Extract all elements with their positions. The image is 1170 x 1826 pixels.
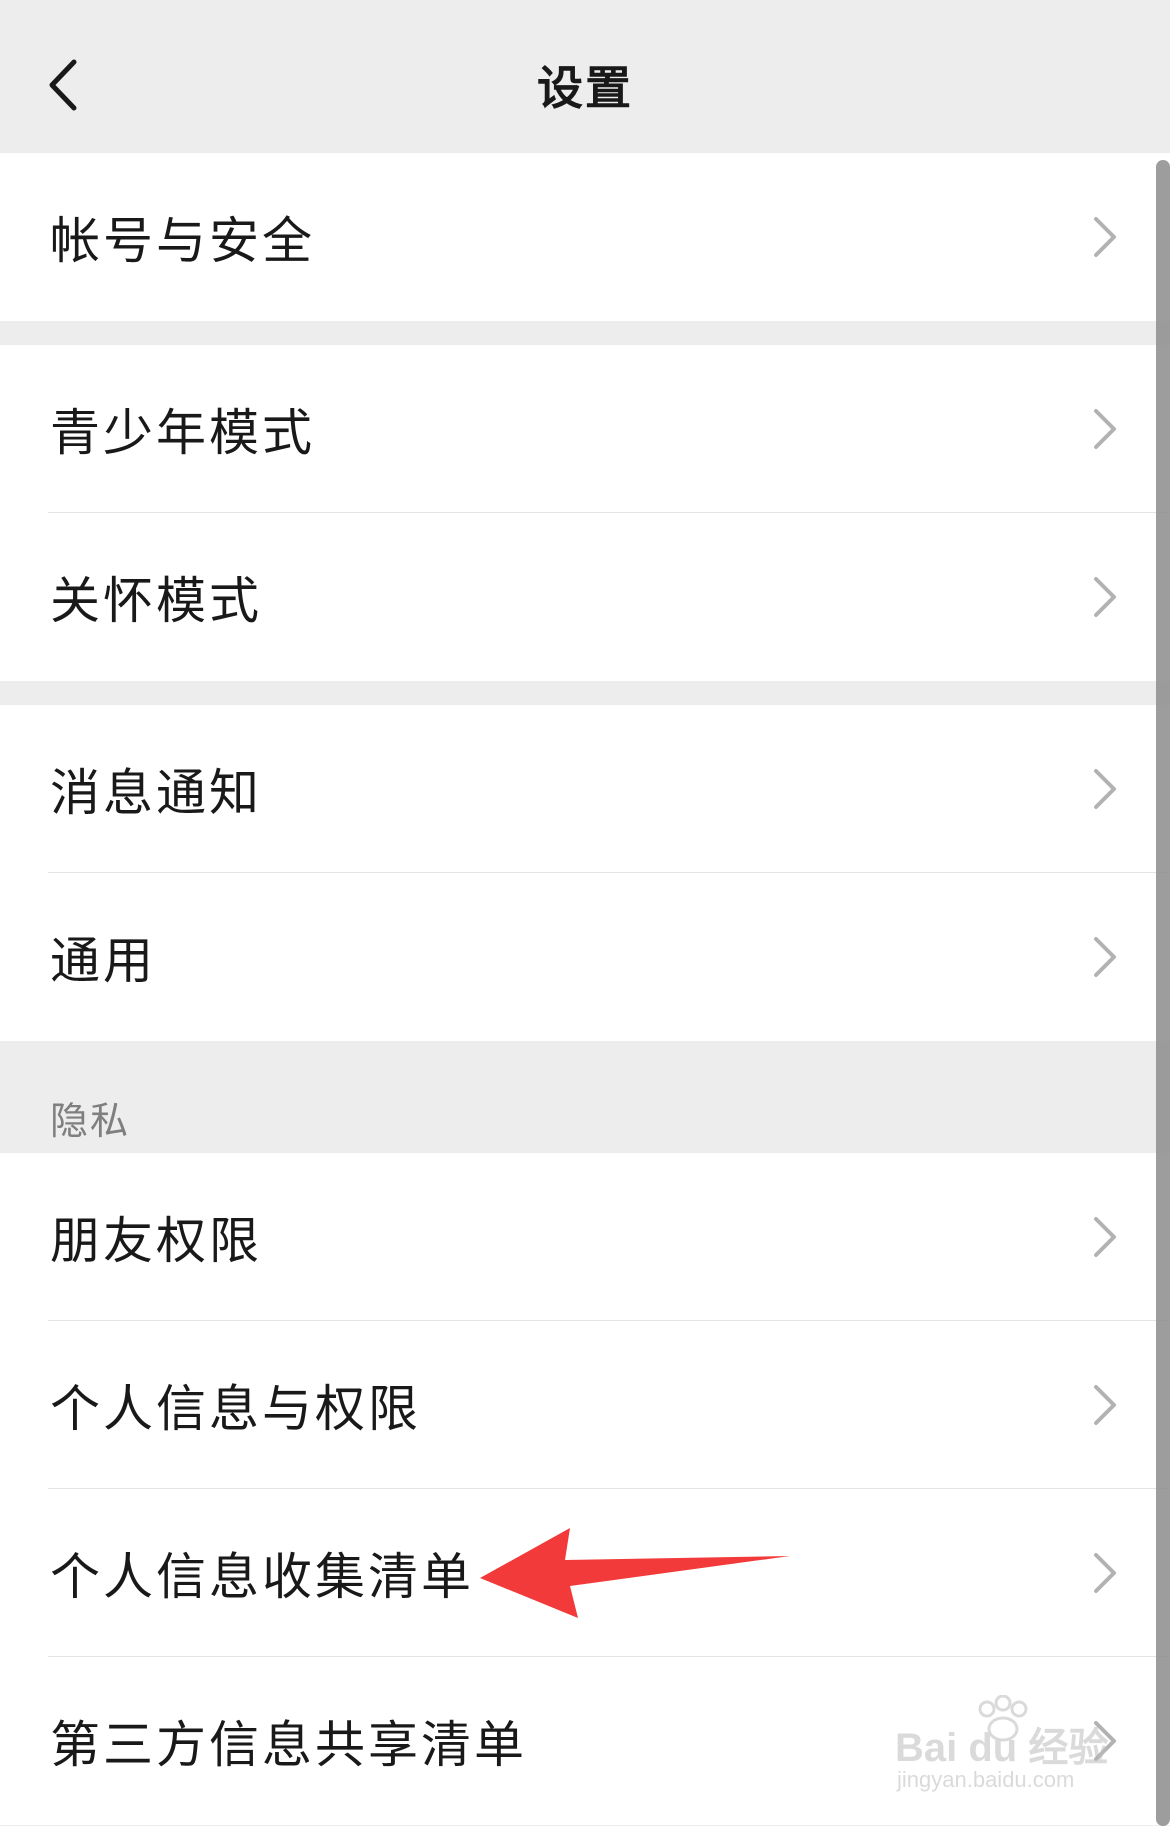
nav-bar: 设置 (0, 0, 1170, 153)
item-label: 朋友权限 (50, 1212, 262, 1270)
scrollbar[interactable] (1156, 160, 1170, 1826)
item-label: 青少年模式 (50, 404, 315, 462)
chevron-right-icon (1094, 1217, 1116, 1257)
chevron-right-icon (1094, 1385, 1116, 1425)
watermark-url: jingyan.baidu.com (897, 1767, 1075, 1792)
watermark-brand: Bai du 经验 (895, 1726, 1109, 1770)
item-label: 第三方信息共享清单 (50, 1716, 527, 1774)
watermark: Bai du 经验 jingyan.baidu.com (895, 1695, 1125, 1795)
settings-item-account-security[interactable]: 帐号与安全 (0, 153, 1170, 321)
annotation-arrow-icon (480, 1528, 790, 1618)
settings-item-teen-mode[interactable]: 青少年模式 (0, 345, 1170, 513)
item-label: 关怀模式 (50, 572, 262, 630)
settings-item-care-mode[interactable]: 关怀模式 (0, 513, 1170, 681)
settings-item-friend-permissions[interactable]: 朋友权限 (0, 1153, 1170, 1321)
item-label: 通用 (50, 932, 156, 990)
chevron-right-icon (1094, 1553, 1116, 1593)
section-header-privacy: 隐私 (50, 1099, 131, 1143)
chevron-right-icon (1094, 217, 1116, 257)
settings-screen: 设置 帐号与安全 青少年模式 关怀模式 消息通知 通用 隐私 朋友权限 个人信息… (0, 0, 1170, 1826)
chevron-right-icon (1094, 769, 1116, 809)
settings-item-general[interactable]: 通用 (0, 873, 1170, 1041)
item-label: 个人信息与权限 (50, 1380, 421, 1438)
item-label: 消息通知 (50, 764, 262, 822)
settings-item-personal-info-permissions[interactable]: 个人信息与权限 (0, 1321, 1170, 1489)
settings-item-notifications[interactable]: 消息通知 (0, 705, 1170, 873)
item-label: 帐号与安全 (50, 212, 315, 270)
chevron-right-icon (1094, 577, 1116, 617)
chevron-right-icon (1094, 937, 1116, 977)
page-title: 设置 (537, 61, 633, 115)
chevron-right-icon (1094, 409, 1116, 449)
item-label: 个人信息收集清单 (50, 1548, 474, 1606)
